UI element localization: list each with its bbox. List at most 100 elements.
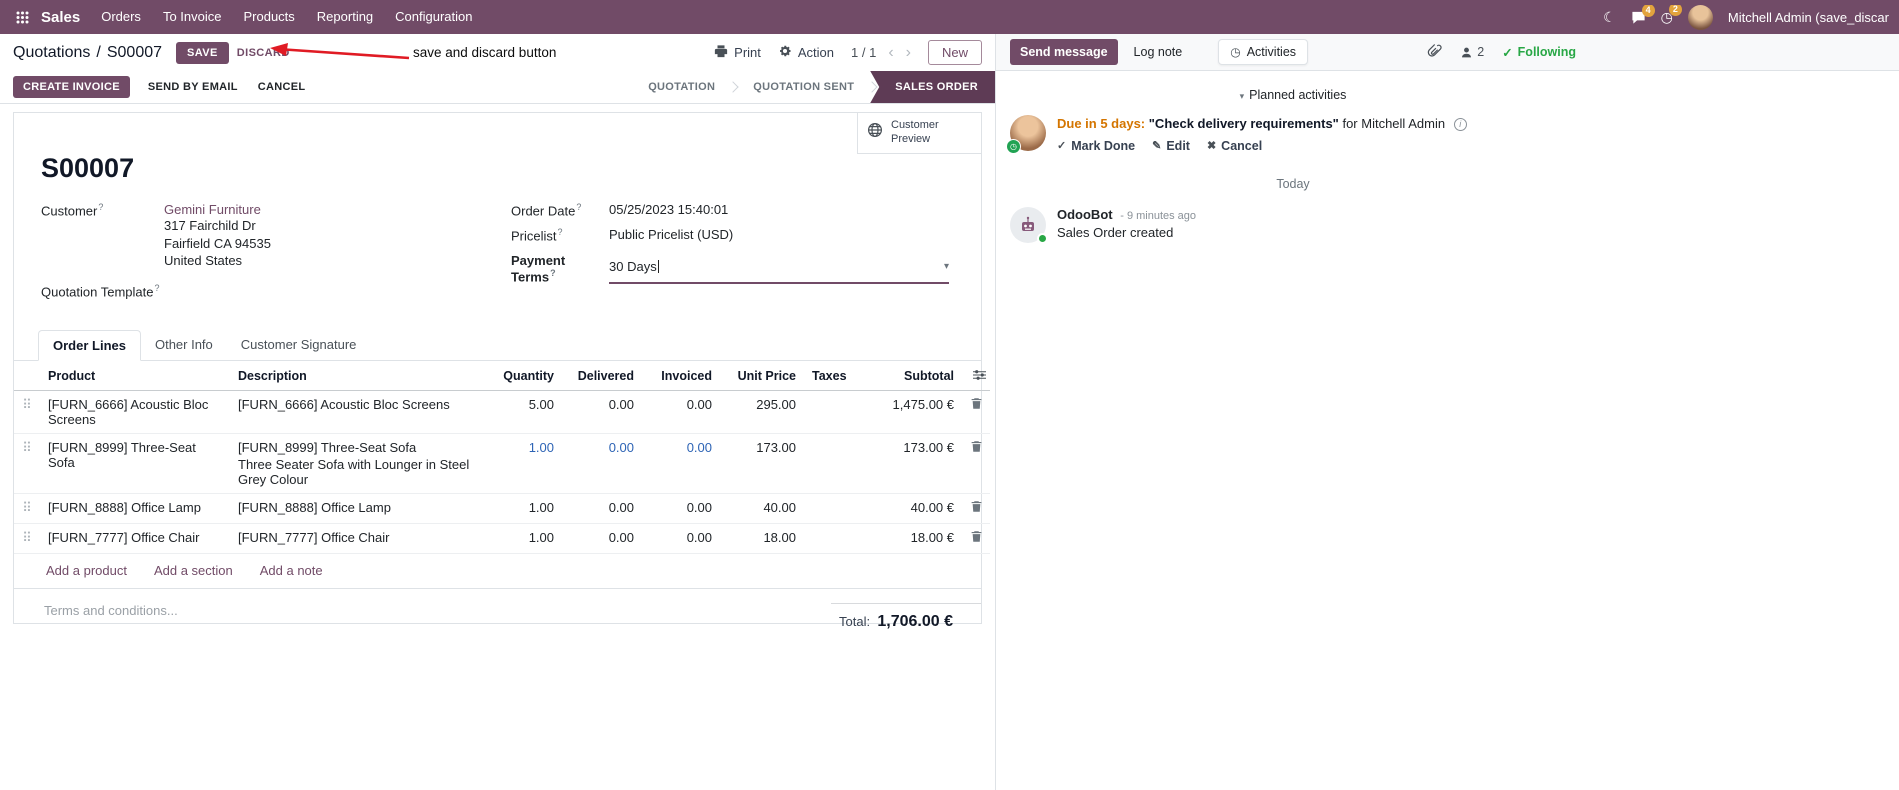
- activities-clock-icon[interactable]: ◷ 2: [1661, 4, 1682, 26]
- pricelist-value[interactable]: Public Pricelist (USD): [609, 227, 733, 243]
- send-message-button[interactable]: Send message: [1010, 39, 1118, 65]
- following-button[interactable]: ✓ Following: [1502, 45, 1576, 60]
- edit-activity-button[interactable]: ✎ Edit: [1152, 139, 1190, 153]
- apps-grid-icon[interactable]: [8, 11, 37, 24]
- col-delivered[interactable]: Delivered: [562, 360, 642, 391]
- delete-row-trash-icon[interactable]: [970, 500, 983, 515]
- col-subtotal[interactable]: Subtotal: [876, 360, 962, 391]
- cell-delivered[interactable]: 0.00: [562, 522, 642, 554]
- activities-tab-button[interactable]: ◷ Activities: [1218, 39, 1309, 65]
- cell-taxes[interactable]: [804, 432, 876, 494]
- dark-mode-moon-icon[interactable]: ☾: [1603, 9, 1616, 26]
- cell-quantity[interactable]: 1.00: [488, 522, 562, 554]
- cell-invoiced[interactable]: 0.00: [642, 522, 720, 554]
- user-avatar[interactable]: [1687, 4, 1713, 30]
- optional-columns-icon[interactable]: [962, 360, 990, 391]
- cell-product[interactable]: [FURN_7777] Office Chair: [40, 522, 230, 554]
- col-quantity[interactable]: Quantity: [488, 360, 562, 391]
- cell-quantity[interactable]: 1.00: [488, 492, 562, 524]
- drag-handle-icon[interactable]: ⠿: [14, 390, 40, 433]
- cell-unit-price[interactable]: 40.00: [720, 492, 804, 524]
- cell-description[interactable]: [FURN_6666] Acoustic Bloc Screens: [230, 390, 488, 433]
- cell-delivered[interactable]: 0.00: [562, 432, 642, 494]
- col-taxes[interactable]: Taxes: [804, 360, 876, 391]
- menu-products[interactable]: Products: [232, 0, 305, 34]
- action-button[interactable]: Action: [778, 44, 834, 61]
- drag-handle-icon[interactable]: ⠿: [14, 522, 40, 554]
- cell-delivered[interactable]: 0.00: [562, 390, 642, 433]
- order-date-value[interactable]: 05/25/2023 15:40:01: [609, 202, 728, 218]
- drag-handle-icon[interactable]: ⠿: [14, 432, 40, 494]
- cell-taxes[interactable]: [804, 390, 876, 433]
- table-row: ⠿ [FURN_7777] Office Chair [FURN_7777] O…: [14, 522, 990, 554]
- col-description[interactable]: Description: [230, 360, 488, 391]
- col-invoiced[interactable]: Invoiced: [642, 360, 720, 391]
- create-invoice-button[interactable]: CREATE INVOICE: [13, 76, 130, 98]
- cell-product[interactable]: [FURN_6666] Acoustic Bloc Screens: [40, 390, 230, 433]
- delete-row-trash-icon[interactable]: [970, 530, 983, 545]
- state-quotation[interactable]: QUOTATION: [634, 71, 729, 104]
- cell-quantity[interactable]: 5.00: [488, 390, 562, 433]
- app-brand-sales[interactable]: Sales: [37, 9, 90, 26]
- planned-activities-header[interactable]: ▾ Planned activities: [1010, 88, 1576, 102]
- delete-row-trash-icon[interactable]: [970, 440, 983, 455]
- breadcrumb-quotations[interactable]: Quotations: [13, 44, 90, 62]
- cell-invoiced[interactable]: 0.00: [642, 390, 720, 433]
- cell-unit-price[interactable]: 173.00: [720, 432, 804, 494]
- messages-icon[interactable]: 4: [1631, 4, 1655, 25]
- col-product[interactable]: Product: [40, 360, 230, 391]
- add-product-link[interactable]: Add a product: [46, 563, 127, 578]
- tab-order-lines[interactable]: Order Lines: [38, 329, 141, 361]
- info-icon[interactable]: i: [1453, 118, 1467, 131]
- cell-product[interactable]: [FURN_8888] Office Lamp: [40, 492, 230, 524]
- cell-unit-price[interactable]: 18.00: [720, 522, 804, 554]
- tab-other-info[interactable]: Other Info: [141, 330, 227, 360]
- cell-unit-price[interactable]: 295.00: [720, 390, 804, 433]
- send-by-email-button[interactable]: SEND BY EMAIL: [138, 76, 248, 98]
- cell-taxes[interactable]: [804, 492, 876, 524]
- cell-description[interactable]: [FURN_8999] Three-Seat Sofa Three Seater …: [230, 432, 488, 494]
- cell-description[interactable]: [FURN_8888] Office Lamp: [230, 492, 488, 524]
- menu-configuration[interactable]: Configuration: [384, 0, 483, 34]
- activity-avatar[interactable]: ◷: [1006, 115, 1046, 154]
- customer-value: Gemini Furniture 317 Fairchild Dr Fairfi…: [164, 202, 271, 270]
- add-section-link[interactable]: Add a section: [154, 563, 233, 578]
- save-button[interactable]: SAVE: [176, 41, 229, 64]
- pager-previous-icon[interactable]: ‹: [888, 44, 893, 61]
- add-note-link[interactable]: Add a note: [260, 563, 323, 578]
- menu-to-invoice[interactable]: To Invoice: [152, 0, 233, 34]
- cell-invoiced[interactable]: 0.00: [642, 492, 720, 524]
- col-unit-price[interactable]: Unit Price: [720, 360, 804, 391]
- cancel-button[interactable]: CANCEL: [248, 76, 316, 98]
- cancel-activity-button[interactable]: ✖ Cancel: [1207, 139, 1262, 153]
- drag-handle-icon[interactable]: ⠿: [14, 492, 40, 524]
- customer-preview-button[interactable]: Customer Preview: [857, 113, 981, 154]
- cell-delivered[interactable]: 0.00: [562, 492, 642, 524]
- mark-done-button[interactable]: ✓ Mark Done: [1057, 139, 1135, 153]
- delete-row-trash-icon[interactable]: [970, 397, 983, 412]
- attachment-paperclip-icon[interactable]: [1427, 43, 1442, 61]
- payment-terms-input[interactable]: 30 Days ▾: [609, 253, 949, 284]
- state-sales-order-active[interactable]: SALES ORDER: [870, 71, 995, 103]
- pager-next-icon[interactable]: ›: [906, 44, 911, 61]
- menu-reporting[interactable]: Reporting: [306, 0, 384, 34]
- new-button[interactable]: New: [927, 40, 982, 65]
- cell-product[interactable]: [FURN_8999] Three-Seat Sofa: [40, 432, 230, 494]
- chevron-down-icon[interactable]: ▾: [944, 261, 949, 272]
- state-quotation-sent[interactable]: QUOTATION SENT: [739, 71, 868, 104]
- print-button[interactable]: Print: [714, 44, 761, 61]
- cell-taxes[interactable]: [804, 522, 876, 554]
- user-menu[interactable]: Mitchell Admin (save_discar: [1728, 10, 1889, 25]
- menu-orders[interactable]: Orders: [90, 0, 152, 34]
- log-note-button[interactable]: Log note: [1124, 39, 1193, 65]
- tab-customer-signature[interactable]: Customer Signature: [227, 330, 371, 360]
- cell-invoiced[interactable]: 0.00: [642, 432, 720, 494]
- message-author[interactable]: OdooBot: [1057, 207, 1113, 222]
- cell-description[interactable]: [FURN_7777] Office Chair: [230, 522, 488, 554]
- discard-button[interactable]: DISCARD: [237, 47, 290, 59]
- customer-link[interactable]: Gemini Furniture: [164, 202, 261, 217]
- followers-button[interactable]: 2: [1460, 45, 1484, 59]
- odoobot-avatar[interactable]: [1010, 206, 1048, 244]
- terms-and-conditions-placeholder[interactable]: Terms and conditions...: [44, 603, 178, 631]
- cell-quantity[interactable]: 1.00: [488, 432, 562, 494]
